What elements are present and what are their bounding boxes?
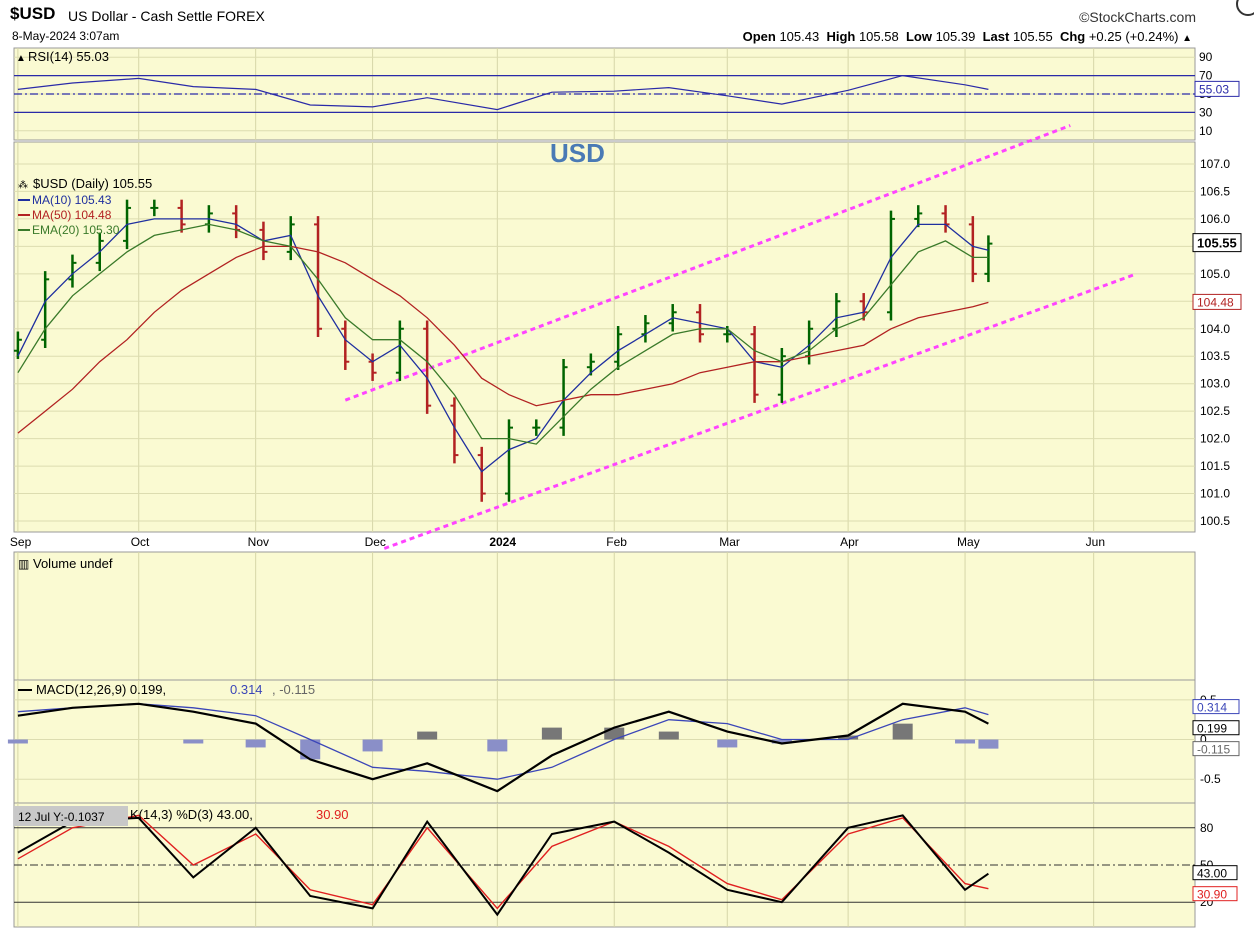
price-tick-label: 102.0 <box>1200 432 1230 446</box>
macd-histogram-bar <box>245 739 266 748</box>
macd-tag-label: 0.314 <box>1197 701 1227 715</box>
x-tick-label: Feb <box>606 535 627 549</box>
last-price-label: 105.55 <box>1197 236 1237 251</box>
macd-tag-label: -0.115 <box>1197 743 1230 757</box>
macd-histogram-bar <box>362 739 383 752</box>
x-tick-label: Mar <box>719 535 740 549</box>
macd-histogram-bar <box>487 739 508 752</box>
rsi-tick-label: 30 <box>1199 105 1213 119</box>
macd-histogram-bar <box>892 723 913 740</box>
sto-title-red: 30.90 <box>316 807 349 822</box>
macd-histogram-bar <box>417 731 438 740</box>
macd-hist-value: , -0.115 <box>272 682 315 697</box>
rsi-icon: ▲ <box>16 53 26 64</box>
price-tick-label: 107.0 <box>1200 157 1230 171</box>
price-title: $USD (Daily) 105.55 <box>33 176 152 191</box>
x-tick-label: Oct <box>131 535 150 549</box>
macd-signal-value: 0.314 <box>230 682 263 697</box>
macd-histogram-bar <box>183 739 204 744</box>
macd-title: MACD(12,26,9) 0.199, <box>36 682 166 697</box>
panel-price <box>13 141 1196 533</box>
x-tick-label: Jun <box>1086 535 1105 549</box>
sto-tag-label: 43.00 <box>1197 867 1227 881</box>
rsi-last-label: 55.03 <box>1199 82 1229 96</box>
macd-histogram-bar <box>541 727 562 740</box>
macd-tag-label: 0.199 <box>1197 722 1227 736</box>
legend-item: EMA(20) 105.30 <box>32 223 120 237</box>
price-tick-label: 106.0 <box>1200 212 1230 226</box>
usd-annotation: USD <box>550 138 605 168</box>
x-tick-label: Apr <box>840 535 859 549</box>
macd-histogram-bar <box>658 731 679 740</box>
rsi-tick-label: 70 <box>1199 69 1213 83</box>
legend-item: MA(50) 104.48 <box>32 208 112 222</box>
x-tick-label: Sep <box>10 535 32 549</box>
price-tick-label: 101.5 <box>1200 459 1230 473</box>
rsi-tick-label: 10 <box>1199 124 1213 138</box>
legend-item: MA(10) 105.43 <box>32 193 112 207</box>
sto-title: K(14,3) %D(3) 43.00, <box>130 807 253 822</box>
macd-tick-label: -0.5 <box>1200 772 1221 786</box>
price-tick-label: 102.5 <box>1200 404 1230 418</box>
macd-histogram-bar <box>604 727 625 740</box>
price-tick-label: 100.5 <box>1200 514 1230 528</box>
volume-title: Volume undef <box>33 556 113 571</box>
x-tick-label: Nov <box>248 535 269 549</box>
macd-histogram-bar <box>955 739 976 744</box>
price-tick-label: 103.5 <box>1200 349 1230 363</box>
sto-tick-label: 80 <box>1200 821 1214 835</box>
macd-histogram-bar <box>717 739 738 748</box>
tooltip-text: 12 Jul Y:-0.1037 <box>18 810 105 824</box>
price-tick-label: 104.0 <box>1200 322 1230 336</box>
price-tick-label: 103.0 <box>1200 377 1230 391</box>
price-tick-label: 101.0 <box>1200 487 1230 501</box>
x-tick-label: Dec <box>365 535 386 549</box>
sto-tag-label: 30.90 <box>1197 888 1227 902</box>
price-tick-label: 106.5 <box>1200 184 1230 198</box>
stock-chart[interactable]: 9070503010▲RSI(14) 55.0355.03107.0106.51… <box>0 0 1254 930</box>
ma50-tag-label: 104.48 <box>1197 295 1234 309</box>
x-tick-label: 2024 <box>489 535 516 549</box>
rsi-tick-label: 90 <box>1199 50 1213 64</box>
panel-vol <box>13 551 1196 681</box>
price-chart-icon: ⁂ <box>18 180 28 191</box>
macd-histogram-bar <box>978 739 999 749</box>
price-tick-label: 105.0 <box>1200 267 1230 281</box>
rsi-title: RSI(14) 55.03 <box>28 49 109 64</box>
macd-histogram-bar <box>7 739 28 744</box>
x-tick-label: May <box>957 535 980 549</box>
volume-icon: ▥ <box>18 557 29 571</box>
